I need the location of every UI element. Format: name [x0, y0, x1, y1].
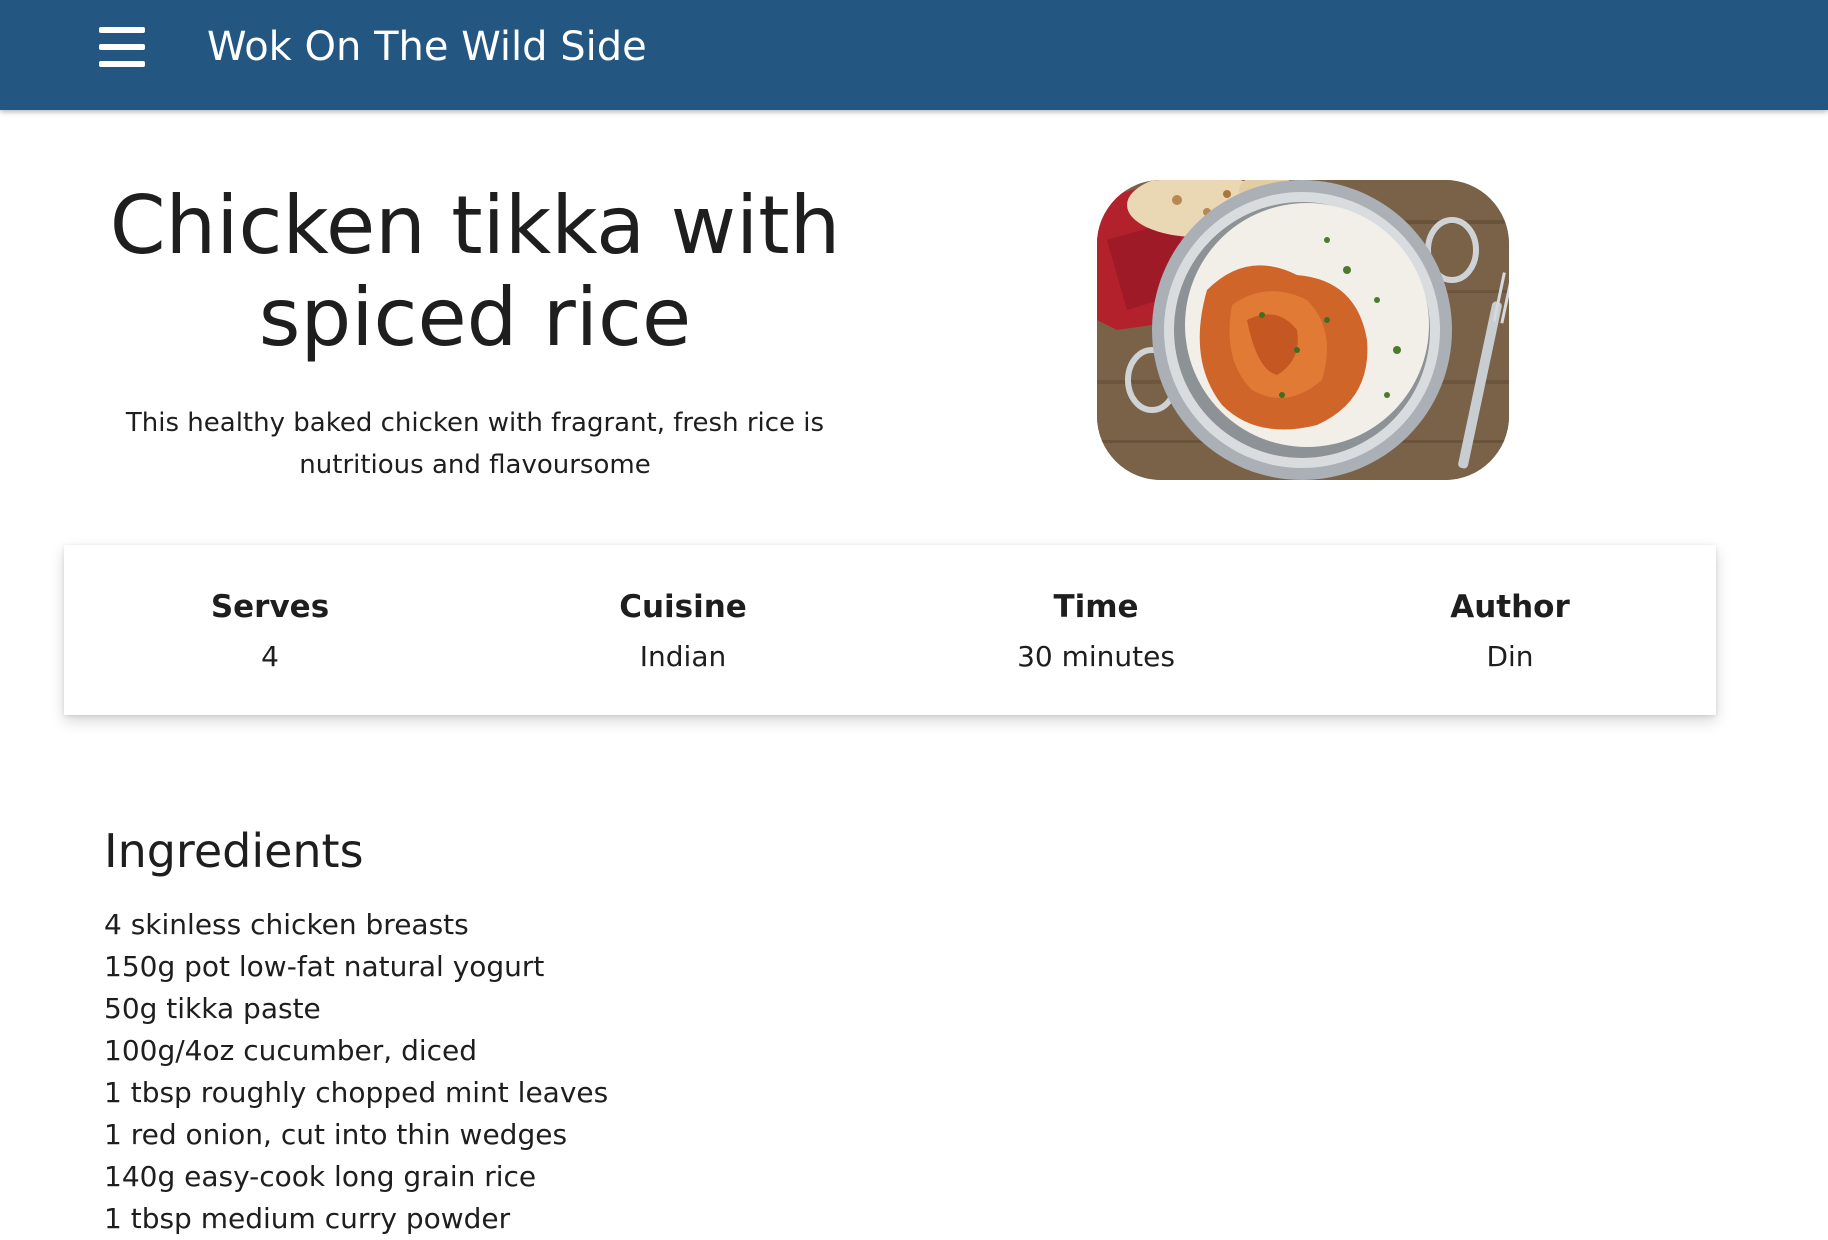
- hamburger-menu-icon: [99, 27, 145, 67]
- author-info: Author Din: [1360, 585, 1660, 677]
- app-bar: Wok On The Wild Side: [0, 0, 1828, 110]
- cuisine-value: Indian: [639, 640, 727, 673]
- ingredient-list: 4 skinless chicken breasts 150g pot low-…: [104, 904, 1004, 1240]
- ingredient-item: 140g easy-cook long grain rice: [104, 1160, 537, 1193]
- ingredient-item: 1 tbsp medium curry powder: [104, 1202, 511, 1235]
- recipe-subtitle: This healthy baked chicken with fragrant…: [125, 408, 825, 480]
- author-label: Author: [1450, 589, 1570, 625]
- ingredients-heading: Ingredients: [104, 824, 364, 878]
- ingredient-item: 1 tbsp roughly chopped mint leaves: [104, 1076, 609, 1109]
- serves-label: Serves: [210, 589, 330, 625]
- cuisine-info: Cuisine Indian: [533, 585, 833, 677]
- time-label: Time: [1053, 589, 1139, 625]
- serves-info: Serves 4: [120, 585, 420, 677]
- time-info: Time 30 minutes: [946, 585, 1246, 677]
- recipe-hero: Chicken tikka with spiced rice This heal…: [90, 180, 860, 486]
- ingredient-item: 4 skinless chicken breasts: [104, 908, 469, 941]
- recipe-title: Chicken tikka with spiced rice: [109, 179, 841, 364]
- recipe-info-card: Serves 4 Cuisine Indian Time 30 minutes …: [64, 545, 1716, 715]
- app-title: Wok On The Wild Side: [207, 24, 647, 70]
- author-value: Din: [1486, 640, 1534, 673]
- recipe-photo: [1097, 180, 1509, 480]
- ingredient-item: 50g tikka paste: [104, 992, 321, 1025]
- ingredient-item: 1 red onion, cut into thin wedges: [104, 1118, 568, 1151]
- cuisine-label: Cuisine: [619, 589, 747, 625]
- ingredient-item: 100g/4oz cucumber, diced: [104, 1034, 478, 1067]
- menu-button[interactable]: [96, 24, 148, 70]
- serves-value: 4: [261, 640, 279, 673]
- time-value: 30 minutes: [1017, 640, 1175, 673]
- ingredients-section: Ingredients 4 skinless chicken breasts 1…: [104, 820, 1004, 1240]
- ingredient-item: 150g pot low-fat natural yogurt: [104, 950, 545, 983]
